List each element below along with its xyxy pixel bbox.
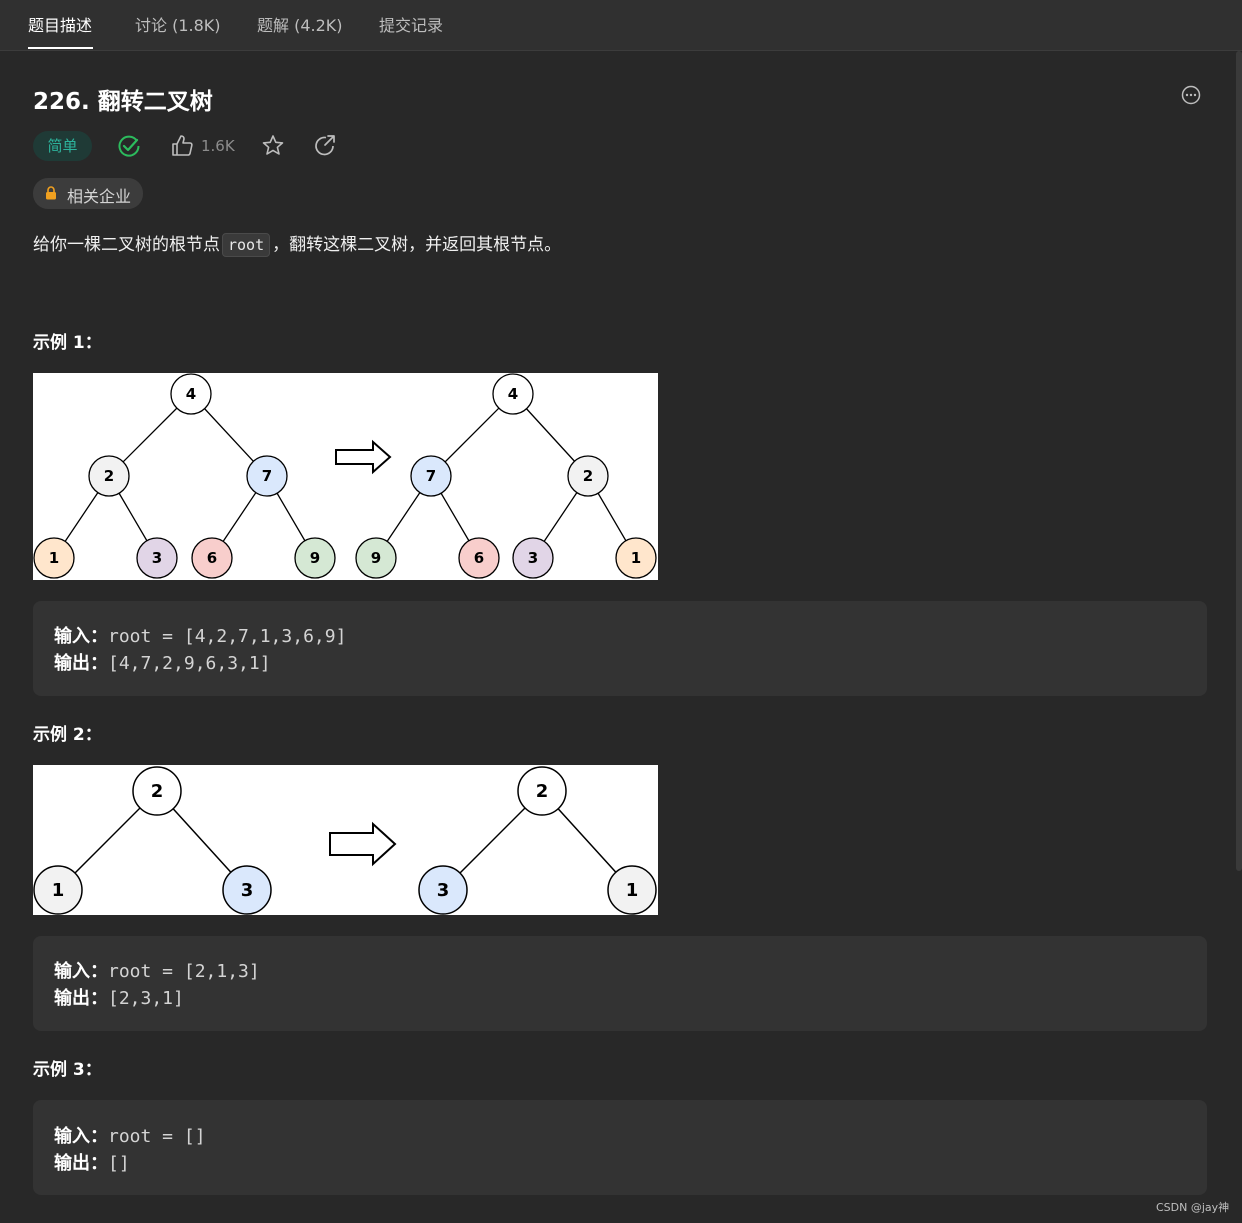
thumbs-up-icon[interactable]	[170, 133, 194, 159]
tree-node-label: 2	[583, 467, 593, 485]
tree-node-label: 6	[474, 549, 484, 567]
example-input: 输入：root = [2,1,3]	[54, 961, 260, 982]
example-output: 输出：[4,7,2,9,6,3,1]	[54, 653, 271, 674]
problem-title: 226. 翻转二叉树	[33, 89, 213, 115]
related-companies-label: 相关企业	[67, 187, 132, 206]
example-output: 输出：[2,3,1]	[54, 988, 184, 1009]
tab-submissions[interactable]: 提交记录	[379, 16, 443, 36]
example-1-io-box: 输入：root = [4,2,7,1,3,6,9] 输出：[4,7,2,9,6,…	[33, 601, 1207, 696]
example-title: 示例 3：	[33, 1060, 102, 1080]
example-1-tree-image: 4 2 7 1 3 6 9 4 7 2 9 6 3 1	[33, 373, 658, 580]
example-2-io-box: 输入：root = [2,1,3] 输出：[2,3,1]	[33, 936, 1207, 1031]
tree-node-label: 6	[207, 549, 217, 567]
related-companies-button[interactable]: 相关企业	[33, 178, 143, 209]
example-input: 输入：root = []	[54, 1126, 206, 1147]
tree-node-label: 3	[241, 880, 254, 901]
tree-node-label: 3	[152, 549, 162, 567]
share-icon[interactable]	[313, 133, 337, 159]
example-title: 示例 2：	[33, 725, 102, 745]
tree-node-label: 3	[528, 549, 538, 567]
problem-description: 给你一棵二叉树的根节点 root ，翻转这棵二叉树，并返回其根节点。	[33, 232, 561, 258]
check-circle-icon	[118, 135, 140, 157]
example-2-tree-image: 2 1 3 2 3 1	[33, 765, 658, 915]
tab-bar: 题目描述 讨论 (1.8K) 题解 (4.2K) 提交记录	[0, 0, 1242, 51]
tree-node-label: 4	[508, 385, 518, 403]
tree-node-label: 7	[426, 467, 436, 485]
tree-node-label: 1	[631, 549, 641, 567]
lock-icon	[46, 186, 56, 200]
tree-node-label: 1	[626, 880, 639, 901]
arrow-icon	[329, 821, 397, 867]
tab-discussion[interactable]: 讨论 (1.8K)	[135, 16, 221, 36]
watermark: CSDN @jay神	[1156, 1201, 1230, 1214]
like-count: 1.6K	[201, 137, 235, 155]
tab-solutions[interactable]: 题解 (4.2K)	[257, 16, 343, 36]
tree-node-label: 2	[151, 781, 164, 802]
tree-node-label: 3	[437, 880, 450, 901]
description-text: 给你一棵二叉树的根节点	[33, 235, 220, 255]
example-input: 输入：root = [4,2,7,1,3,6,9]	[54, 626, 347, 647]
scrollbar[interactable]	[1236, 51, 1242, 871]
example-title: 示例 1：	[33, 333, 102, 353]
inline-code: root	[222, 233, 271, 257]
description-text: ，翻转这棵二叉树，并返回其根节点。	[272, 235, 562, 255]
tree-node-label: 1	[49, 549, 59, 567]
active-tab-indicator	[28, 47, 93, 49]
tree-node-label: 2	[104, 467, 114, 485]
example-output: 输出：[]	[54, 1153, 130, 1174]
example-3-io-box: 输入：root = [] 输出：[]	[33, 1100, 1207, 1195]
tree-node-label: 7	[262, 467, 272, 485]
more-icon[interactable]	[1181, 85, 1201, 105]
tree-node-label: 9	[310, 549, 320, 567]
tree-node-label: 1	[52, 880, 65, 901]
tree-node-label: 2	[536, 781, 549, 802]
star-icon[interactable]	[261, 133, 285, 159]
tree-node-label: 9	[371, 549, 381, 567]
tree-node-label: 4	[186, 385, 196, 403]
tab-description[interactable]: 题目描述	[28, 16, 92, 36]
difficulty-badge: 简单	[33, 131, 92, 161]
arrow-icon	[335, 439, 392, 475]
